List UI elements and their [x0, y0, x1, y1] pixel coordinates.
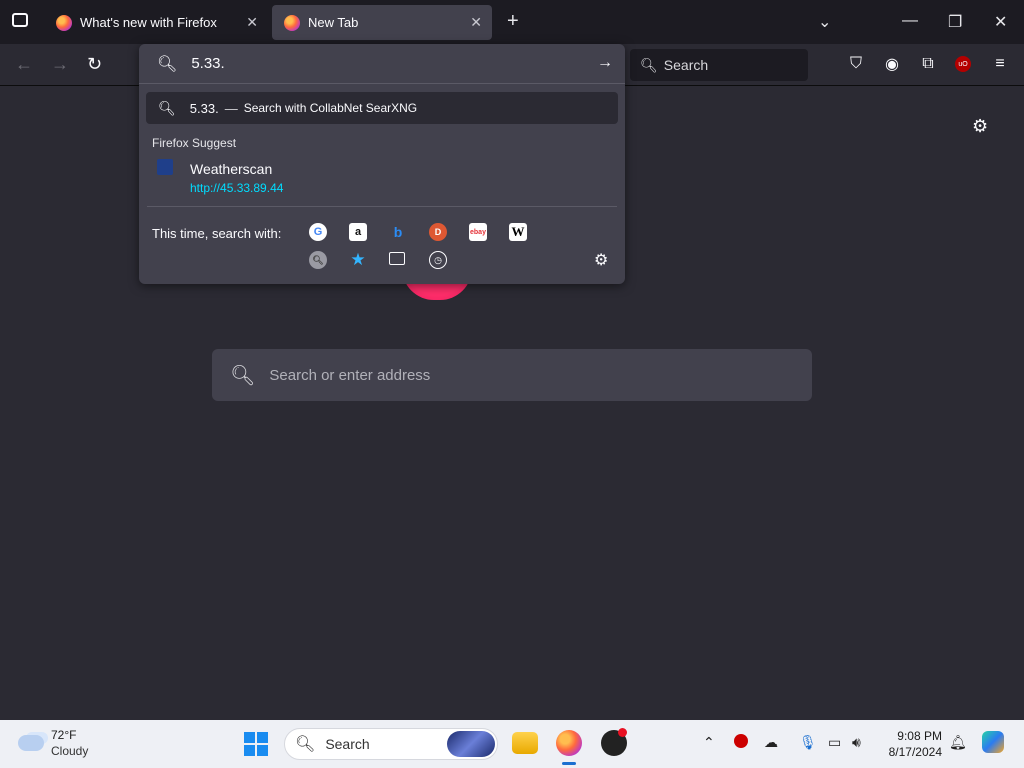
- search-icon: 🔍︎: [295, 736, 316, 753]
- firefox-suggest-label: Firefox Suggest: [152, 136, 237, 150]
- copilot-icon[interactable]: [982, 731, 1004, 753]
- newtab-search-box[interactable]: 🔍︎: [212, 349, 812, 401]
- weatherscan-suggestion[interactable]: Weatherscan http://45.33.89.44: [152, 156, 612, 198]
- suggestion-action: Search with CollabNet SearXNG: [243, 101, 418, 115]
- tabs-icon[interactable]: [389, 252, 405, 265]
- tab-strip: What's new with Firefox ✕ New Tab ✕ + ⌄ …: [0, 0, 1024, 44]
- list-all-tabs-icon[interactable]: [12, 13, 28, 27]
- google-icon[interactable]: G: [309, 223, 327, 241]
- forward-icon[interactable]: →: [51, 54, 69, 75]
- cloud-icon: [18, 735, 44, 751]
- volume-icon[interactable]: 🔊︎: [852, 734, 861, 751]
- newtab-search-input[interactable]: [269, 366, 770, 384]
- close-tab-icon[interactable]: ✕: [246, 14, 258, 31]
- toolbar-search-placeholder: Search: [663, 57, 709, 73]
- bell-icon[interactable]: 🔔︎: [949, 734, 967, 751]
- tab-title: New Tab: [308, 15, 359, 30]
- searxng-icon[interactable]: 🔍︎: [309, 251, 327, 269]
- tab-whats-new[interactable]: What's new with Firefox ✕: [44, 5, 268, 40]
- urlbar-dropdown: 🔍︎ → 🔍︎ 5.33. — Search with CollabNet Se…: [139, 44, 625, 284]
- search-icon: 🔍︎: [230, 364, 256, 387]
- windows-start-icon[interactable]: [244, 732, 268, 756]
- search-icon: 🔍︎: [158, 99, 176, 116]
- close-window-icon[interactable]: ✕: [994, 12, 1007, 32]
- urlbar[interactable]: 🔍︎ →: [139, 44, 625, 84]
- bookmarks-star-icon[interactable]: ★: [349, 250, 367, 269]
- tray-app-icon[interactable]: [734, 734, 748, 748]
- firefox-icon: [56, 14, 72, 31]
- tab-title: What's new with Firefox: [80, 15, 217, 30]
- minimize-icon[interactable]: —: [902, 12, 918, 30]
- ebay-icon[interactable]: ebay: [469, 223, 487, 241]
- back-icon[interactable]: ←: [15, 54, 33, 75]
- search-icon: 🔍︎: [640, 56, 658, 73]
- tab-new-tab[interactable]: New Tab ✕: [272, 5, 492, 40]
- duckduckgo-icon[interactable]: D: [429, 223, 447, 241]
- taskbar-search[interactable]: 🔍︎ Search: [284, 728, 498, 760]
- taskbar: 72°F Cloudy 🔍︎ Search ⌃ ☁ 🎙︎ ▭ 🔊︎ 9:08 P…: [0, 720, 1024, 768]
- account-icon[interactable]: ◉: [882, 54, 902, 74]
- gear-icon[interactable]: ⚙: [972, 116, 988, 137]
- firefox-taskbar-icon[interactable]: [556, 730, 582, 756]
- search-settings-gear-icon[interactable]: ⚙: [594, 250, 608, 270]
- weather-condition: Cloudy: [51, 744, 89, 758]
- microphone-icon[interactable]: 🎙︎: [799, 734, 817, 751]
- taskbar-search-placeholder: Search: [325, 736, 370, 752]
- search-suggestion-row[interactable]: 🔍︎ 5.33. — Search with CollabNet SearXNG: [146, 92, 618, 124]
- clock-date[interactable]: 8/17/2024: [884, 745, 942, 759]
- history-clock-icon[interactable]: ◷: [429, 251, 447, 269]
- search-icon: 🔍︎: [157, 55, 178, 73]
- weather-channel-icon: [157, 159, 173, 175]
- amazon-icon[interactable]: a: [349, 223, 367, 241]
- menu-icon[interactable]: ≡: [990, 54, 1010, 74]
- network-icon[interactable]: ▭: [828, 734, 841, 751]
- go-arrow-icon[interactable]: →: [597, 54, 613, 72]
- reload-icon[interactable]: ↻: [87, 54, 102, 75]
- divider: [147, 206, 617, 207]
- temperature: 72°F: [51, 728, 77, 742]
- new-tab-plus-icon[interactable]: +: [507, 10, 519, 33]
- file-explorer-icon[interactable]: [512, 732, 538, 754]
- weather-widget[interactable]: 72°F Cloudy: [16, 727, 106, 761]
- search-highlight-image: [447, 731, 495, 757]
- firefox-icon: [284, 14, 300, 31]
- active-app-indicator: [562, 762, 576, 765]
- close-tab-icon[interactable]: ✕: [470, 14, 482, 31]
- extensions-icon[interactable]: ⧉: [918, 54, 938, 74]
- urlbar-input[interactable]: [191, 55, 572, 72]
- pocket-icon[interactable]: ⛉: [846, 54, 866, 74]
- wikipedia-icon[interactable]: W: [509, 223, 527, 241]
- onedrive-icon[interactable]: ☁: [764, 734, 778, 751]
- suggestion-separator: —: [224, 100, 238, 116]
- suggestion-url: http://45.33.89.44: [190, 181, 284, 195]
- clock-time[interactable]: 9:08 PM: [884, 729, 942, 743]
- search-with-label: This time, search with:: [152, 226, 282, 241]
- suggestion-text: 5.33.: [189, 100, 219, 116]
- chevron-up-icon[interactable]: ⌃: [703, 734, 715, 751]
- notification-dot: [618, 728, 627, 737]
- restore-icon[interactable]: ❐: [948, 12, 962, 32]
- toolbar-search-box[interactable]: 🔍︎ Search: [630, 49, 808, 81]
- chevron-down-icon[interactable]: ⌄: [818, 12, 831, 32]
- suggestion-title: Weatherscan: [190, 161, 273, 177]
- ublock-icon[interactable]: uO: [955, 56, 971, 72]
- bing-icon[interactable]: b: [389, 223, 407, 241]
